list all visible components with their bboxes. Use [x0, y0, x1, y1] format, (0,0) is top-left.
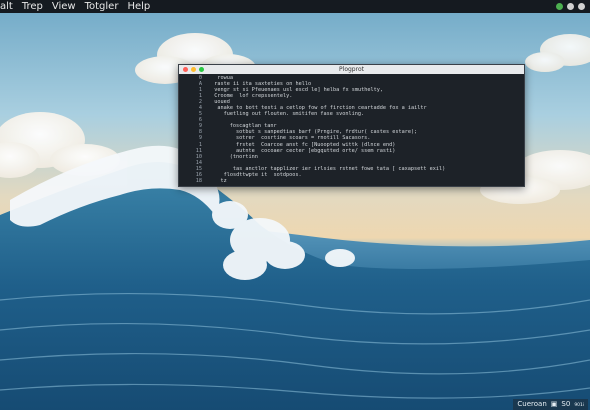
status-indicator-icon[interactable] — [556, 3, 563, 10]
tray-label[interactable]: ₉₀₁ᵢ — [574, 399, 584, 410]
menu-item-trep[interactable]: Trep — [18, 0, 48, 13]
tray-label[interactable]: S0 — [561, 399, 570, 410]
system-tray — [556, 3, 590, 10]
display-icon[interactable]: ▣ — [551, 399, 558, 410]
line-number-gutter: 0 A 1 1 2 4 5 6 9 8 9 1 11 10 14 15 16 18 — [179, 74, 205, 186]
window-titlebar[interactable]: Plogprot — [179, 65, 524, 74]
tray-icon[interactable] — [567, 3, 574, 10]
menu-bar: alt Trep View Totgler Help — [0, 0, 590, 13]
menu-item-totgler[interactable]: Totgler — [81, 0, 124, 13]
tray-icon[interactable] — [578, 3, 585, 10]
menu-item-view[interactable]: View — [48, 0, 81, 13]
ocean-wave-wallpaper — [0, 33, 590, 410]
line-number: 18 — [195, 177, 202, 184]
editor-window[interactable]: Plogprot 0 A 1 1 2 4 5 6 9 8 9 1 11 10 14 15 16 18 rowua r… — [178, 64, 525, 187]
menu-item-alt[interactable]: alt — [0, 0, 18, 13]
tray-label[interactable]: Cueroan — [517, 399, 546, 410]
menu-item-help[interactable]: Help — [123, 0, 155, 13]
code-line[interactable]: tz — [205, 178, 524, 184]
taskbar-tray: Cueroan ▣ S0 ₉₀₁ᵢ — [513, 399, 588, 410]
desktop — [0, 0, 590, 410]
code-area[interactable]: rowua raste ii ita saxteties on hello veng… — [205, 74, 524, 186]
code-editor[interactable]: 0 A 1 1 2 4 5 6 9 8 9 1 11 10 14 15 16 18 rowua raste ii i… — [179, 74, 524, 186]
window-title: Plogprot — [339, 66, 364, 73]
